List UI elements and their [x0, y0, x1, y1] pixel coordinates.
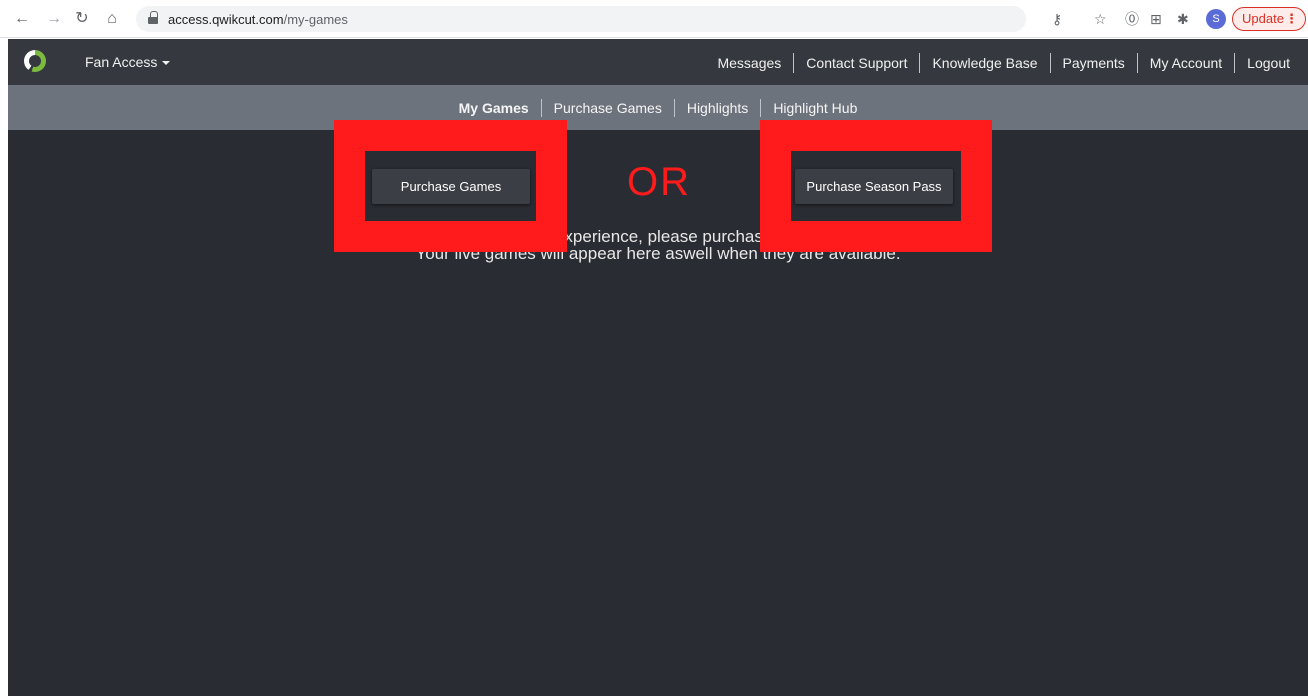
messages-link[interactable]: Messages: [717, 55, 781, 71]
main-content: [8, 130, 1308, 696]
purchase-season-pass-button[interactable]: Purchase Season Pass: [795, 169, 953, 204]
divider: [1136, 53, 1138, 73]
forward-arrow-icon[interactable]: →: [44, 9, 64, 29]
url-text: access.qwikcut.com/my-games: [168, 12, 348, 27]
message-line-2: Your live games will appear here aswell …: [415, 244, 901, 263]
address-bar[interactable]: access.qwikcut.com/my-games: [136, 6, 1026, 32]
divider: [760, 99, 762, 117]
divider: [673, 99, 675, 117]
divider: [1049, 53, 1051, 73]
divider: [919, 53, 921, 73]
message-line-1: Experience, please purchas: [553, 227, 763, 246]
payments-link[interactable]: Payments: [1063, 55, 1125, 71]
lock-icon: [148, 11, 158, 25]
tab-highlights[interactable]: Highlights: [687, 100, 748, 116]
logout-link[interactable]: Logout: [1247, 55, 1290, 71]
puzzle-icon[interactable]: ✱: [1177, 10, 1189, 28]
reload-icon[interactable]: ↻: [72, 9, 92, 29]
help-icon[interactable]: ⓪: [1125, 10, 1139, 28]
qwikcut-logo-icon[interactable]: [24, 50, 46, 72]
key-icon[interactable]: ⚷: [1052, 10, 1062, 28]
fan-access-menu[interactable]: Fan Access: [85, 54, 171, 70]
empty-state-message: Experience, please purchas Your live gam…: [8, 228, 1308, 262]
divider: [1234, 53, 1236, 73]
star-icon[interactable]: ☆: [1094, 10, 1107, 28]
purchase-games-button[interactable]: Purchase Games: [372, 169, 530, 204]
home-icon[interactable]: ⌂: [102, 9, 122, 29]
profile-avatar[interactable]: S: [1206, 9, 1226, 29]
tab-purchase-games[interactable]: Purchase Games: [554, 100, 662, 116]
fan-access-label: Fan Access: [85, 54, 158, 70]
divider: [793, 53, 795, 73]
site-header: Fan Access Messages Contact Support Know…: [8, 39, 1308, 85]
back-arrow-icon[interactable]: ←: [12, 9, 32, 29]
sub-nav-links: My Games Purchase Games Highlights Highl…: [8, 99, 1308, 117]
my-account-link[interactable]: My Account: [1150, 55, 1222, 71]
sub-navigation: My Games Purchase Games Highlights Highl…: [8, 85, 1308, 130]
extension-grid-icon[interactable]: ⊞: [1150, 10, 1162, 28]
contact-support-link[interactable]: Contact Support: [806, 55, 907, 71]
header-links: Messages Contact Support Knowledge Base …: [717, 53, 1290, 73]
tab-highlight-hub[interactable]: Highlight Hub: [773, 100, 857, 116]
knowledge-base-link[interactable]: Knowledge Base: [932, 55, 1037, 71]
update-button[interactable]: Update ⋮: [1232, 7, 1306, 31]
kebab-menu-icon: ⋮: [1285, 11, 1298, 26]
caret-down-icon: [162, 61, 171, 66]
or-annotation: OR: [627, 160, 691, 204]
browser-toolbar: ← → ↻ ⌂ access.qwikcut.com/my-games ⚷ ☆ …: [0, 0, 1308, 38]
tab-my-games[interactable]: My Games: [459, 100, 529, 116]
update-label: Update: [1242, 11, 1284, 26]
divider: [540, 99, 542, 117]
